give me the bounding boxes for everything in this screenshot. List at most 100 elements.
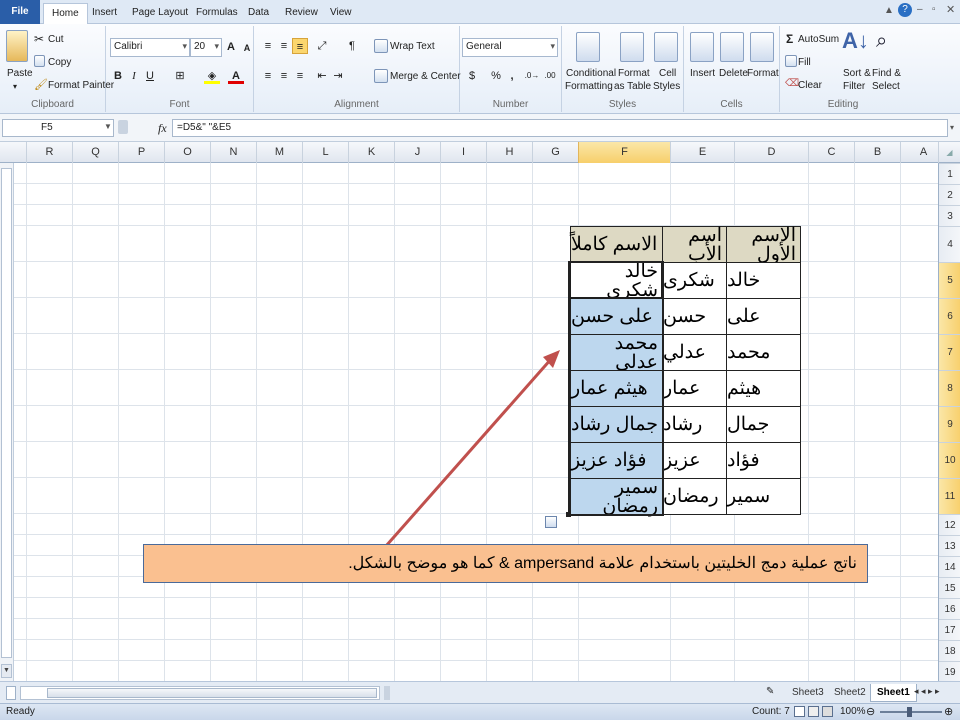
tab-data[interactable]: Data bbox=[240, 3, 277, 24]
row-header-2[interactable]: 2 bbox=[939, 184, 960, 205]
increase-indent-icon[interactable]: ⇥ bbox=[330, 68, 346, 84]
table-cell[interactable]: جمال bbox=[726, 406, 801, 443]
align-left-icon[interactable]: ≡ bbox=[260, 68, 276, 84]
conditional-formatting-label-1[interactable]: Conditional bbox=[566, 68, 616, 79]
table-cell[interactable]: على bbox=[726, 298, 801, 335]
tab-review[interactable]: Review bbox=[277, 3, 326, 24]
table-cell[interactable]: حسن bbox=[662, 298, 727, 335]
row-header-8[interactable]: 8 bbox=[939, 370, 960, 406]
row-header-16[interactable]: 16 bbox=[939, 598, 960, 619]
find-select-icon[interactable]: ⌕ bbox=[876, 30, 887, 53]
row-header-17[interactable]: 17 bbox=[939, 619, 960, 640]
comma-button[interactable]: , bbox=[504, 68, 520, 84]
table-header-cell[interactable]: الاسم الأول bbox=[726, 226, 801, 264]
insert-cells-icon[interactable] bbox=[690, 32, 714, 62]
shrink-font-icon[interactable]: A bbox=[239, 40, 255, 56]
column-header-p[interactable]: P bbox=[118, 142, 164, 163]
row-header-4[interactable]: 4 bbox=[939, 226, 960, 262]
table-cell[interactable]: رشاد bbox=[662, 406, 727, 443]
horizontal-scrollbar[interactable] bbox=[20, 686, 380, 700]
sheet-tab-1[interactable]: Sheet1 bbox=[870, 684, 917, 702]
borders-icon[interactable]: ⊞ bbox=[172, 68, 188, 84]
table-cell[interactable]: عدلي bbox=[662, 334, 727, 371]
font-name-select[interactable]: Calibri bbox=[110, 38, 190, 57]
row-header-14[interactable]: 14 bbox=[939, 556, 960, 577]
tab-split-handle[interactable] bbox=[384, 686, 390, 700]
copy-button[interactable]: Copy bbox=[48, 57, 71, 68]
name-box-dropdown-icon[interactable]: ▼ bbox=[104, 122, 112, 131]
row-header-19[interactable]: 19 bbox=[939, 661, 960, 682]
tab-page-layout[interactable]: Page Layout bbox=[124, 3, 196, 24]
font-size-select[interactable]: 20 bbox=[190, 38, 222, 57]
text-direction-icon[interactable]: ¶ bbox=[344, 38, 360, 54]
zoom-slider-thumb[interactable] bbox=[907, 707, 912, 717]
tab-file[interactable]: File bbox=[0, 0, 40, 24]
paste-icon[interactable] bbox=[6, 30, 28, 62]
currency-button[interactable]: $ bbox=[464, 68, 480, 84]
table-cell[interactable]: عمار bbox=[662, 370, 727, 407]
full-name-cell[interactable]: خالد شكرى bbox=[570, 262, 663, 300]
align-center-icon[interactable]: ≡ bbox=[276, 68, 292, 84]
tab-formulas[interactable]: Formulas bbox=[188, 3, 246, 24]
table-header-cell[interactable]: الاسم كاملاً bbox=[570, 226, 663, 263]
table-cell[interactable]: سمير bbox=[726, 478, 801, 515]
decrease-decimal-icon[interactable]: .00 bbox=[542, 68, 558, 84]
zoom-level[interactable]: 100% bbox=[840, 706, 866, 717]
percent-button[interactable]: % bbox=[488, 68, 504, 84]
select-all-corner[interactable]: ◢ bbox=[938, 142, 960, 163]
format-as-table-label-1[interactable]: Format bbox=[618, 68, 650, 79]
full-name-cell[interactable]: فؤاد عزيز bbox=[570, 442, 663, 479]
format-cells-icon[interactable] bbox=[750, 32, 774, 62]
column-header-g[interactable]: G bbox=[532, 142, 578, 163]
column-header-i[interactable]: I bbox=[440, 142, 486, 163]
sheet-nav-icon[interactable]: ◂ ◂ ▸ ▸ bbox=[914, 686, 940, 697]
row-header-9[interactable]: 9 bbox=[939, 406, 960, 442]
row-header-6[interactable]: 6 bbox=[939, 298, 960, 334]
sort-filter-label-2[interactable]: Filter bbox=[843, 81, 865, 92]
table-cell[interactable]: فؤاد bbox=[726, 442, 801, 479]
decrease-indent-icon[interactable]: ⇤ bbox=[314, 68, 330, 84]
align-middle-icon[interactable]: ≡ bbox=[276, 38, 292, 54]
table-cell[interactable]: رمضان bbox=[662, 478, 727, 515]
column-header-q[interactable]: Q bbox=[72, 142, 118, 163]
format-cells-button[interactable]: Format bbox=[747, 68, 779, 79]
format-as-table-icon[interactable] bbox=[620, 32, 644, 62]
column-header-o[interactable]: O bbox=[164, 142, 210, 163]
find-select-label-1[interactable]: Find & bbox=[872, 68, 901, 79]
sort-filter-icon[interactable]: A↓ bbox=[842, 28, 869, 54]
row-header-18[interactable]: 18 bbox=[939, 640, 960, 661]
find-select-label-2[interactable]: Select bbox=[872, 81, 900, 92]
insert-function-button[interactable]: fx bbox=[158, 121, 167, 136]
expand-formula-bar-icon[interactable]: ▾ bbox=[950, 123, 954, 132]
full-name-cell[interactable]: جمال رشاد bbox=[570, 406, 663, 443]
merge-center-button[interactable]: Merge & Center bbox=[390, 71, 461, 82]
zoom-in-icon[interactable]: ⊕ bbox=[944, 705, 953, 718]
formula-input[interactable]: =D5&" "&E5 bbox=[172, 119, 948, 137]
hscroll-thumb[interactable] bbox=[47, 688, 377, 698]
column-header-h[interactable]: H bbox=[486, 142, 532, 163]
table-header-cell[interactable]: اسم الأب bbox=[662, 226, 727, 264]
cut-button[interactable]: Cut bbox=[48, 34, 64, 45]
font-color-icon[interactable]: A bbox=[228, 68, 244, 84]
bold-button[interactable]: B bbox=[110, 68, 126, 84]
italic-button[interactable]: I bbox=[126, 68, 142, 84]
paste-button[interactable]: Paste bbox=[7, 68, 33, 79]
increase-decimal-icon[interactable]: .0→ bbox=[524, 68, 540, 84]
cell-styles-label-2[interactable]: Styles bbox=[653, 81, 680, 92]
table-cell[interactable]: عزيز bbox=[662, 442, 727, 479]
table-cell[interactable]: هيثم bbox=[726, 370, 801, 407]
auto-fill-options-icon[interactable] bbox=[545, 516, 557, 528]
cell-styles-icon[interactable] bbox=[654, 32, 678, 62]
row-header-1[interactable]: 1 bbox=[939, 163, 960, 184]
align-right-icon[interactable]: ≡ bbox=[292, 68, 308, 84]
fill-button[interactable]: Fill bbox=[798, 57, 811, 68]
column-header-e[interactable]: E bbox=[670, 142, 734, 163]
tab-insert[interactable]: Insert bbox=[84, 3, 125, 24]
grow-font-icon[interactable]: A bbox=[223, 39, 239, 55]
table-cell[interactable]: خالد bbox=[726, 262, 801, 299]
insert-worksheet-icon[interactable]: ✎ bbox=[766, 686, 774, 697]
cell-styles-label-1[interactable]: Cell bbox=[659, 68, 676, 79]
normal-view-icon[interactable] bbox=[794, 706, 805, 717]
delete-cells-icon[interactable] bbox=[720, 32, 744, 62]
autosum-button[interactable]: AutoSum bbox=[798, 34, 839, 45]
